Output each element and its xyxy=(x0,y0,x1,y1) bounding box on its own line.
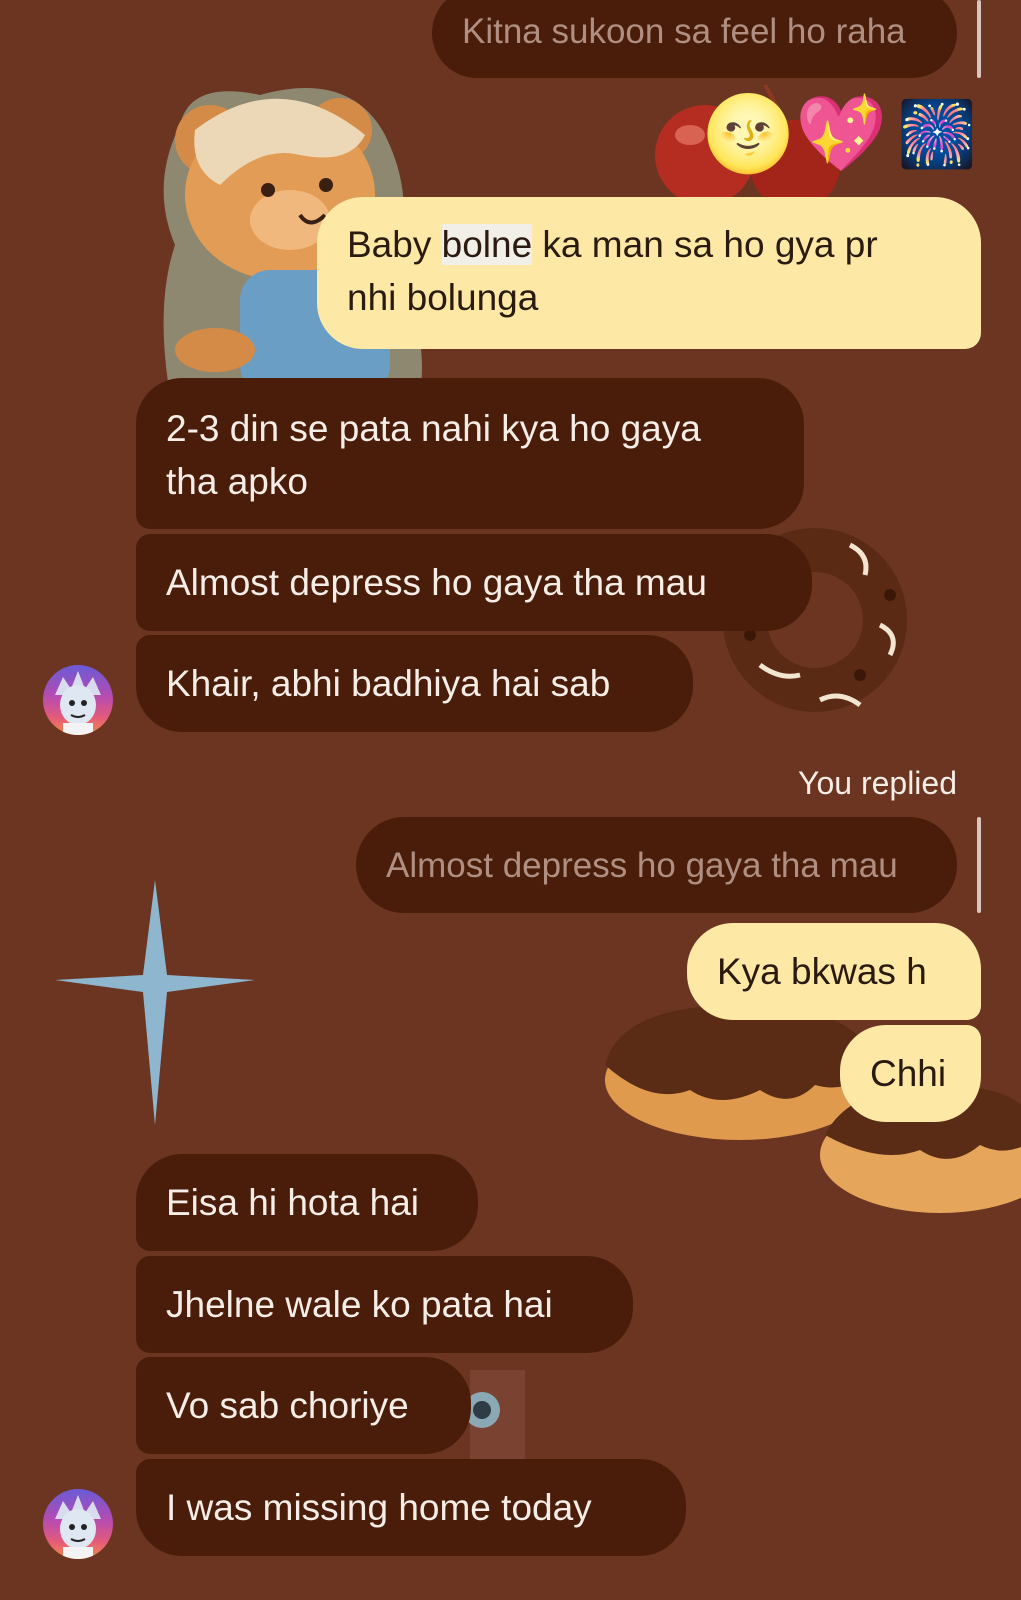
incoming-message[interactable]: Khair, abhi badhiya hai sab xyxy=(136,635,693,732)
replied-message-quote[interactable]: Almost depress ho gaya tha mau xyxy=(356,817,957,913)
incoming-message[interactable]: Vo sab choriye xyxy=(136,1357,471,1454)
selected-word: bolne xyxy=(441,224,533,265)
contact-avatar[interactable] xyxy=(43,1489,113,1559)
message-line: 2-3 din se pata nahi kya ho gaya xyxy=(166,408,701,449)
quoted-text: Almost depress ho gaya tha mau xyxy=(386,846,898,885)
incoming-message[interactable]: 2-3 din se pata nahi kya ho gaya tha apk… xyxy=(136,378,804,529)
quoted-text: Kitna sukoon sa feel ho raha xyxy=(462,12,906,51)
incoming-message[interactable]: Almost depress ho gaya tha mau xyxy=(136,534,812,631)
star-sparkle-sticker xyxy=(55,880,255,1125)
fireworks-emoji: 🎆 xyxy=(897,98,977,170)
moon-emoji: 🌝 xyxy=(702,92,795,175)
incoming-message[interactable]: Eisa hi hota hai xyxy=(136,1154,478,1251)
reply-indicator-bar xyxy=(977,0,981,78)
outgoing-message[interactable]: Chhi xyxy=(840,1025,981,1122)
sparkling-heart-emoji: 💖 xyxy=(795,92,888,175)
message-line: nhi bolunga xyxy=(347,277,539,318)
incoming-message[interactable]: Jhelne wale ko pata hai xyxy=(136,1256,633,1353)
reply-indicator-bar xyxy=(977,817,981,913)
cartoon-avatar-icon xyxy=(55,671,101,735)
message-line: Baby bolne ka man sa ho gya pr xyxy=(347,224,878,265)
replied-message-quote[interactable]: Kitna sukoon sa feel ho raha xyxy=(432,0,957,78)
cartoon-avatar-icon xyxy=(55,1495,101,1559)
outgoing-message[interactable]: Kya bkwas h xyxy=(687,923,981,1020)
incoming-message[interactable]: I was missing home today xyxy=(136,1459,686,1556)
outgoing-message[interactable]: Baby bolne ka man sa ho gya pr nhi bolun… xyxy=(317,197,981,349)
contact-avatar[interactable] xyxy=(43,665,113,735)
message-line: tha apko xyxy=(166,461,308,502)
you-replied-label: You replied xyxy=(798,765,957,801)
